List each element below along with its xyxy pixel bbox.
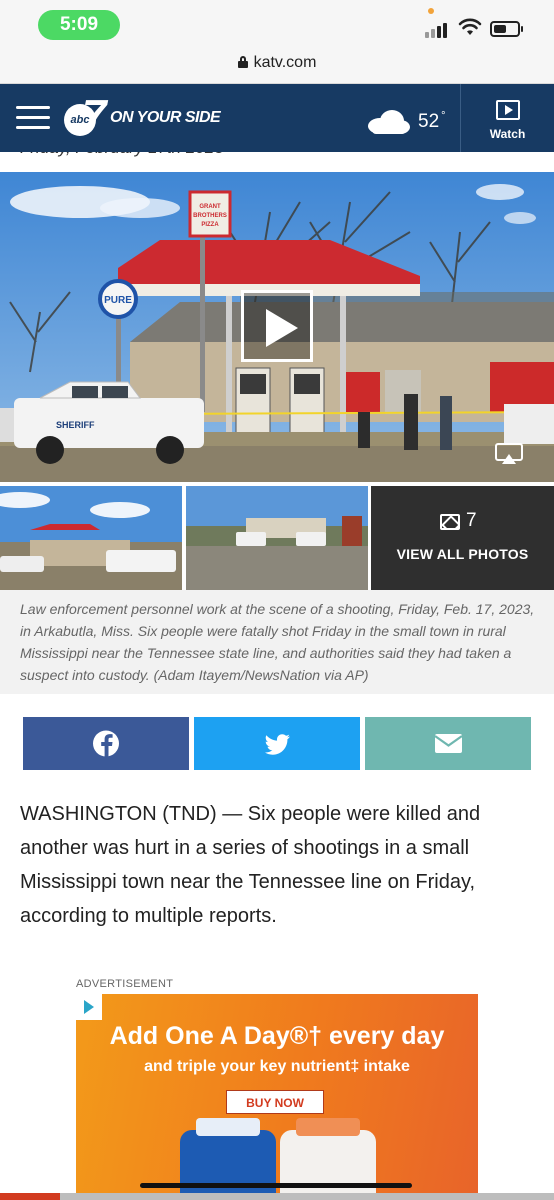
truck-label-text: SHERIFF bbox=[56, 420, 95, 430]
photo-gallery-icon bbox=[440, 514, 460, 530]
page-progress-strip bbox=[0, 1193, 60, 1200]
photo-caption: Law enforcement personnel work at the sc… bbox=[20, 601, 535, 683]
svg-text:BROTHERS: BROTHERS bbox=[193, 213, 227, 219]
airplay-icon[interactable] bbox=[494, 442, 524, 466]
advertisement-banner[interactable]: Add One A Day®† every day and triple you… bbox=[76, 994, 478, 1200]
store-sign-text: GRANT bbox=[199, 204, 221, 210]
ad-bottle-orange bbox=[280, 1118, 376, 1200]
svg-text:PIZZA: PIZZA bbox=[201, 222, 219, 228]
view-all-photos-button[interactable]: 7 VIEW ALL PHOTOS bbox=[371, 486, 554, 590]
article-body-paragraph: WASHINGTON (TND) — Six people were kille… bbox=[20, 803, 481, 927]
ad-headline: Add One A Day®† every day bbox=[109, 1022, 445, 1050]
share-twitter-button[interactable] bbox=[194, 717, 360, 770]
facebook-icon bbox=[93, 730, 119, 757]
cellular-signal-icon bbox=[425, 20, 453, 38]
status-time: 5:09 bbox=[38, 10, 120, 40]
twitter-icon bbox=[264, 734, 290, 755]
weather-widget[interactable]: 52 ° bbox=[366, 104, 456, 136]
photo-count: 7 bbox=[466, 510, 477, 531]
main-gallery-photo[interactable]: GRANT BROTHERS PIZZA PURE SHERIFF bbox=[0, 172, 554, 482]
view-all-label: VIEW ALL PHOTOS bbox=[396, 546, 529, 562]
home-indicator[interactable] bbox=[140, 1183, 412, 1188]
url-text: katv.com bbox=[253, 54, 317, 71]
cloud-icon bbox=[368, 110, 410, 134]
page-progress-track bbox=[60, 1193, 554, 1200]
battery-level bbox=[494, 25, 506, 33]
lock-icon bbox=[237, 56, 248, 68]
ad-choices-icon[interactable] bbox=[76, 994, 102, 1020]
watch-button[interactable]: Watch bbox=[461, 84, 554, 152]
ad-bottle-blue bbox=[180, 1118, 276, 1200]
browser-url-bar[interactable]: katv.com bbox=[0, 46, 554, 84]
photo-caption-block: Law enforcement personnel work at the sc… bbox=[0, 590, 554, 694]
email-icon bbox=[434, 734, 463, 753]
logo-tagline: ON YOUR SIDE bbox=[110, 109, 221, 126]
privacy-indicator-dot bbox=[428, 8, 434, 14]
thumbnail-2[interactable] bbox=[186, 486, 368, 590]
menu-icon[interactable] bbox=[16, 106, 50, 130]
play-video-button[interactable] bbox=[241, 290, 313, 362]
site-header: abc 7 ON YOUR SIDE 52 ° Watch bbox=[0, 84, 554, 152]
url-display[interactable]: katv.com bbox=[237, 46, 317, 80]
logo-number: 7 bbox=[82, 91, 107, 140]
video-play-icon bbox=[496, 100, 520, 120]
ad-subline: and triple your key nutrient‡ intake bbox=[144, 1058, 410, 1075]
share-email-button[interactable] bbox=[365, 717, 531, 770]
site-logo[interactable]: abc 7 ON YOUR SIDE bbox=[64, 94, 224, 138]
wifi-icon bbox=[458, 18, 482, 35]
ad-label: ADVERTISEMENT bbox=[76, 978, 174, 990]
thumbnail-1[interactable] bbox=[0, 486, 182, 590]
temperature: 52 ° bbox=[418, 110, 446, 132]
photo-thumbnail-strip: 7 VIEW ALL PHOTOS bbox=[0, 486, 554, 590]
battery-icon bbox=[490, 21, 523, 37]
share-facebook-button[interactable] bbox=[23, 717, 189, 770]
ad-buy-now-button[interactable]: BUY NOW bbox=[226, 1090, 324, 1114]
status-bar: 5:09 bbox=[0, 0, 554, 46]
watch-label: Watch bbox=[489, 127, 526, 141]
pure-sign-text: PURE bbox=[104, 295, 132, 306]
